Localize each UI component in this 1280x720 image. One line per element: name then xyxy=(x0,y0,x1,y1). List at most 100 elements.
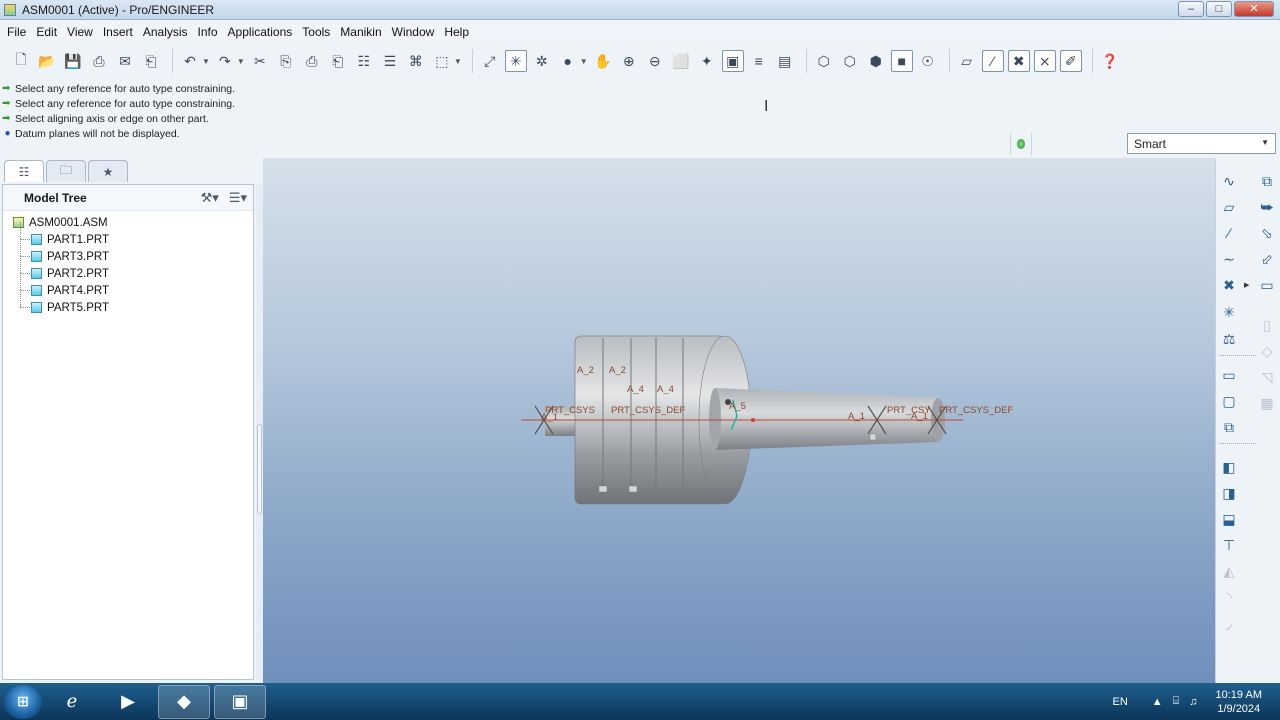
boundary-icon[interactable]: ▭ xyxy=(1256,274,1278,296)
orient-icon[interactable]: ✲ xyxy=(531,50,553,72)
open-file-icon[interactable]: 📂 xyxy=(36,50,58,72)
tree-item[interactable]: PART3.PRT xyxy=(3,239,253,265)
tree-item-root[interactable]: ASM0001.ASM xyxy=(3,214,253,231)
orientation-icon[interactable]: ✦ xyxy=(696,50,718,72)
datum-points-icon[interactable]: ✖ xyxy=(1007,50,1030,72)
shell-icon[interactable]: ◨ xyxy=(1218,482,1240,504)
mail-icon[interactable]: ✉ xyxy=(114,50,136,72)
view-manager-icon[interactable]: ▤ xyxy=(774,50,796,72)
round-icon[interactable]: ◝ xyxy=(1218,586,1240,608)
create-component-icon[interactable]: ▢ xyxy=(1218,390,1240,412)
menu-info[interactable]: Info xyxy=(193,25,223,39)
pattern-icon[interactable]: ⬓ xyxy=(1218,508,1240,530)
intersect-icon[interactable]: ▦ xyxy=(1256,392,1278,414)
tree-item[interactable]: PART5.PRT xyxy=(3,290,253,316)
graphics-window[interactable]: A_2 A_2 A_4 A_4 PRT_CSYS A_1 PRT_CSYS_DE… xyxy=(263,158,1215,683)
trim-icon[interactable]: ◹ xyxy=(1256,366,1278,388)
volume-icon[interactable]: ♫ xyxy=(1189,696,1197,708)
menu-tools[interactable]: Tools xyxy=(297,25,335,39)
redo-icon[interactable]: ↷ xyxy=(214,50,236,72)
insert-component-icon[interactable]: ▭ xyxy=(1218,364,1240,386)
new-file-icon[interactable]: 🗋 xyxy=(10,50,32,72)
revolve-icon[interactable]: ⮩ xyxy=(1256,196,1278,218)
sketched-curve-icon[interactable]: ∿ xyxy=(1218,170,1240,192)
hole-icon[interactable]: ◧ xyxy=(1218,456,1240,478)
clock[interactable]: 10:19 AM 1/9/2024 xyxy=(1216,688,1262,716)
tree-settings-icon[interactable]: ⚒▾ xyxy=(201,190,219,206)
no-hidden-icon[interactable]: ⬢ xyxy=(865,50,887,72)
regen-manager-icon[interactable]: ☰ xyxy=(379,50,401,72)
ie-icon[interactable]: ℯ xyxy=(46,685,98,719)
menu-analysis[interactable]: Analysis xyxy=(138,25,193,39)
shading-dropdown-icon[interactable]: ▼ xyxy=(580,57,588,66)
save-icon[interactable]: 💾 xyxy=(62,50,84,72)
point-dropdown-icon[interactable]: ▶ xyxy=(1244,281,1249,289)
repeat-icon[interactable]: ⧉ xyxy=(1256,170,1278,192)
undo-icon[interactable]: ↶ xyxy=(179,50,201,72)
menu-applications[interactable]: Applications xyxy=(223,25,298,39)
select-dropdown-icon[interactable]: ▼ xyxy=(454,57,462,66)
regenerate-icon[interactable]: ☷ xyxy=(353,50,375,72)
datum-plane-icon[interactable]: ▱ xyxy=(1218,196,1240,218)
menu-window[interactable]: Window xyxy=(387,25,440,39)
language-indicator[interactable]: EN xyxy=(1112,696,1127,708)
undo-dropdown-icon[interactable]: ▼ xyxy=(202,57,210,66)
datum-label[interactable]: A_5 xyxy=(729,401,746,412)
tree-columns-icon[interactable]: ☰▾ xyxy=(229,190,247,206)
sweep-icon[interactable]: ⬂ xyxy=(1256,222,1278,244)
datum-label[interactable]: A_1 xyxy=(541,412,558,423)
zoom-out-icon[interactable]: ⊖ xyxy=(644,50,666,72)
datum-label[interactable]: A_2 xyxy=(609,365,626,376)
analysis-feature-icon[interactable]: ⚖ xyxy=(1218,328,1240,350)
chamfer-icon[interactable]: ◞ xyxy=(1218,612,1240,634)
layers-icon[interactable]: ≡ xyxy=(748,50,770,72)
minimize-button[interactable]: – xyxy=(1178,1,1204,17)
datum-axes-icon[interactable]: ∕ xyxy=(981,50,1004,72)
merge-icon[interactable]: ◇ xyxy=(1256,340,1278,362)
refit-icon[interactable]: ⤢ xyxy=(479,50,501,72)
datum-label[interactable]: PRT_CSYS_DEF xyxy=(611,405,685,416)
hidden-line-icon[interactable]: ⬡ xyxy=(839,50,861,72)
pan-icon[interactable]: ✋ xyxy=(592,50,614,72)
menu-help[interactable]: Help xyxy=(439,25,474,39)
datum-label[interactable]: A_4 xyxy=(657,384,674,395)
selection-filter-select[interactable]: Smart ▼ xyxy=(1127,133,1276,154)
chevron-down-icon[interactable]: ▼ xyxy=(1261,138,1269,147)
datum-label[interactable]: A_4 xyxy=(627,384,644,395)
copy-icon[interactable]: ⎘ xyxy=(275,50,297,72)
datum-label[interactable]: A_1 xyxy=(911,411,928,422)
restore-button[interactable]: □ xyxy=(1206,1,1232,17)
menu-view[interactable]: View xyxy=(62,25,98,39)
media-player-icon[interactable]: ▶ xyxy=(102,685,154,719)
csys-icon[interactable]: ⨯ xyxy=(1033,50,1056,72)
favorites-tab[interactable]: ★ xyxy=(88,160,128,182)
spin-center-icon[interactable]: ✳ xyxy=(504,50,527,72)
folder-browser-tab[interactable]: 🗀 xyxy=(46,160,86,182)
package-component-icon[interactable]: ⧉ xyxy=(1218,416,1240,438)
tree-item[interactable]: PART4.PRT xyxy=(3,273,253,299)
cut-feature-icon[interactable]: ⊤ xyxy=(1218,534,1240,556)
shading-icon[interactable]: ● xyxy=(557,50,579,72)
menu-file[interactable]: File xyxy=(2,25,31,39)
start-button[interactable]: ⊞ xyxy=(4,684,42,719)
tree-item[interactable]: PART1.PRT xyxy=(3,222,253,248)
paste-icon[interactable]: ⎙ xyxy=(301,50,323,72)
datum-csys-icon[interactable]: ✳ xyxy=(1218,301,1240,323)
cut-icon[interactable]: ✂ xyxy=(249,50,271,72)
close-button[interactable]: ✕ xyxy=(1234,1,1274,17)
help-icon[interactable]: ❓ xyxy=(1099,50,1121,72)
panel-splitter[interactable] xyxy=(256,184,263,680)
datum-label[interactable]: A_1 xyxy=(848,411,865,422)
blend-icon[interactable]: ⬃ xyxy=(1256,248,1278,270)
menu-insert[interactable]: Insert xyxy=(98,25,138,39)
network-icon[interactable]: ⌸ xyxy=(1173,695,1180,708)
datum-label[interactable]: A_2 xyxy=(577,365,594,376)
tray-expand-icon[interactable]: ▲ xyxy=(1152,696,1163,708)
send-icon[interactable]: ⎗ xyxy=(140,50,162,72)
draft-icon[interactable]: ◭ xyxy=(1218,560,1240,582)
shaded-icon[interactable]: ■ xyxy=(890,50,913,72)
redo-dropdown-icon[interactable]: ▼ xyxy=(237,57,245,66)
saved-views-icon[interactable]: ▣ xyxy=(721,50,744,72)
tree-item[interactable]: PART2.PRT xyxy=(3,256,253,282)
menu-manikin[interactable]: Manikin xyxy=(335,25,386,39)
